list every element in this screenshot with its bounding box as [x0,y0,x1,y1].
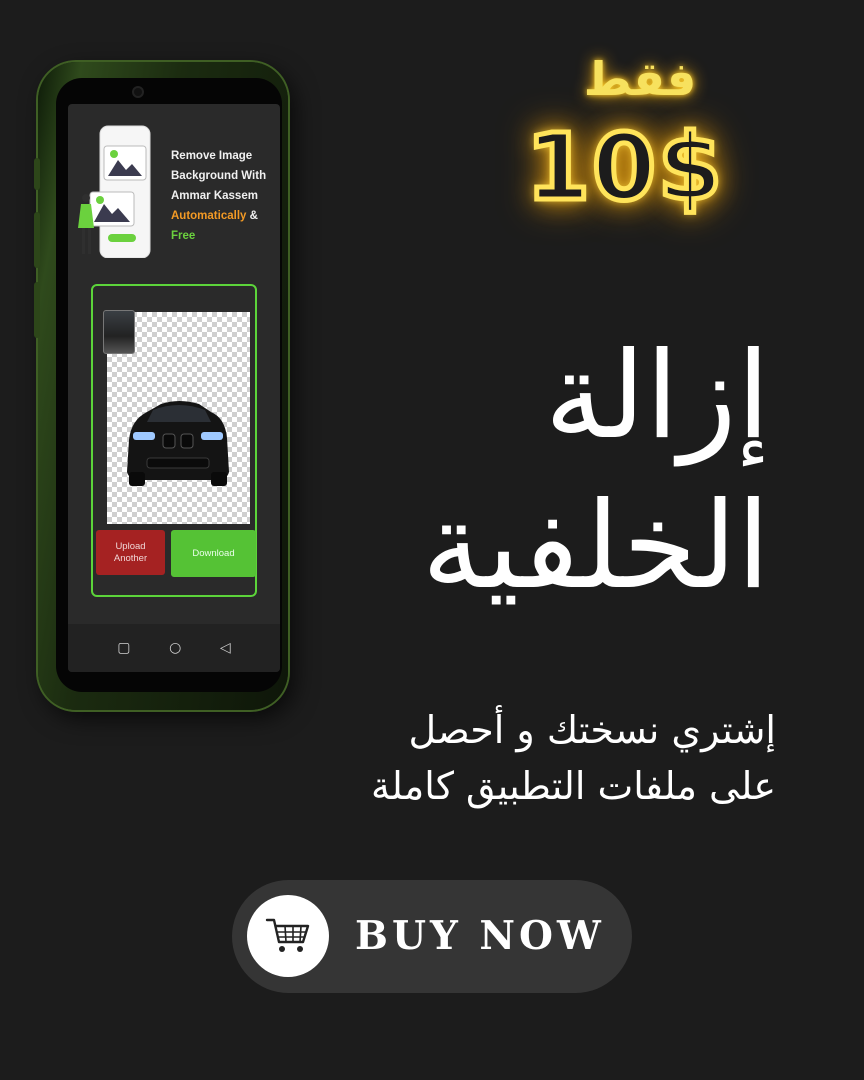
phone-silent-switch [34,158,40,190]
home-icon[interactable]: ○ [169,641,181,655]
promo-page: Remove Image Background With Ammar Kasse… [0,0,864,1080]
recent-apps-icon[interactable]: ▢ [117,641,130,655]
price-value: 10$ [523,114,725,221]
phone-volume-down [34,282,40,338]
subheadline-line-1: إشتري نسختك و أحصل [408,708,776,752]
app-promo-header: Remove Image Background With Ammar Kasse… [68,104,280,264]
price-label: فقط [583,52,697,106]
phone-volume-up [34,212,40,268]
promo-highlight-auto: Automatically [171,210,247,222]
phone-screen: Remove Image Background With Ammar Kasse… [68,104,280,672]
promo-illustration [78,124,156,259]
upload-another-button[interactable]: Upload Another [96,530,165,575]
cart-badge [247,895,329,977]
original-image-thumbnail[interactable] [103,310,135,354]
promo-text: Remove Image Background With Ammar Kasse… [171,146,277,246]
promo-line-3: Ammar Kassem [171,190,258,202]
image-upload-illustration-icon [78,125,151,259]
promo-line-1: Remove Image [171,150,253,162]
buy-now-label: BUY NOW [355,913,605,959]
back-icon[interactable]: ◁ [220,641,231,655]
promo-line-2: Background With [171,170,267,182]
camera-icon [134,88,142,96]
headline: إزالة الخلفية [270,322,770,622]
download-button[interactable]: Download [171,530,256,577]
result-editor-card: Upload Another Download [91,284,257,597]
promo-line-4: Automatically & [171,206,277,226]
promo-highlight-free: Free [171,230,196,242]
subheadline-line-2: على ملفات التطبيق كاملة [370,764,776,808]
buy-now-button[interactable]: BUY NOW [232,880,632,993]
shopping-cart-icon [265,918,310,952]
android-nav-bar: ▢ ○ ◁ [68,624,280,672]
promo-ampersand: & [246,210,258,222]
subheadline: إشتري نسختك و أحصل على ملفات التطبيق كام… [276,702,776,814]
headline-line-2: الخلفية [421,477,770,616]
headline-line-1: إزالة [544,327,770,466]
